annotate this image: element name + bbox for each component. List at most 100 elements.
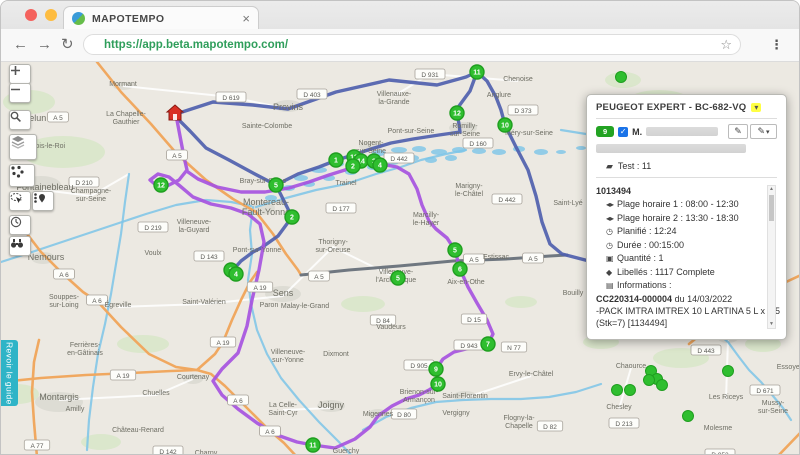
town-label: Chesley bbox=[606, 404, 632, 411]
map-canvas[interactable]: D 619D 210D 403D 931D 373D 160D 442D 442… bbox=[1, 62, 799, 454]
stop-details-scroll[interactable]: 1013494 ◂▸Plage horaire 1 : 08:00 - 12:3… bbox=[596, 183, 777, 331]
move-stop-button[interactable] bbox=[32, 191, 54, 211]
road-badge: D 142 bbox=[153, 446, 183, 454]
vehicle-dropdown-caret-icon[interactable]: ▾ bbox=[751, 103, 761, 112]
popup-scrollbar[interactable]: ▲ ▼ bbox=[767, 185, 776, 329]
svg-text:11: 11 bbox=[473, 69, 481, 76]
svg-text:A 19: A 19 bbox=[253, 285, 266, 292]
zoom-in-button[interactable] bbox=[9, 64, 31, 84]
svg-text:A 5: A 5 bbox=[314, 274, 324, 281]
back-icon[interactable]: ← bbox=[13, 36, 28, 54]
zoom-area-button[interactable] bbox=[9, 110, 31, 130]
layers-button[interactable] bbox=[9, 134, 37, 160]
stop-marker[interactable]: 10 bbox=[431, 377, 445, 391]
road-badge: D 82 bbox=[537, 421, 562, 431]
reload-icon[interactable]: ↻ bbox=[61, 36, 74, 54]
lasso-select-button[interactable] bbox=[9, 191, 31, 211]
browser-tab[interactable]: MAPOTEMPO × bbox=[63, 6, 259, 30]
overview-button[interactable] bbox=[9, 236, 31, 256]
svg-text:5: 5 bbox=[453, 247, 457, 254]
road-badge: A 5 bbox=[309, 271, 330, 281]
svg-text:D 80: D 80 bbox=[397, 412, 411, 419]
divider bbox=[596, 177, 777, 178]
stop-marker[interactable]: 2 bbox=[285, 210, 299, 224]
stop-marker[interactable]: 12 bbox=[450, 106, 464, 120]
stop-marker[interactable]: 10 bbox=[498, 118, 512, 132]
stop-marker[interactable]: 2 bbox=[346, 159, 360, 173]
detail-line: ▤Informations : bbox=[596, 279, 763, 293]
svg-text:D 82: D 82 bbox=[543, 424, 557, 431]
water-patch bbox=[556, 150, 566, 154]
detail-line: ◆Libellés : 1117 Complete bbox=[596, 266, 763, 280]
svg-text:A 5: A 5 bbox=[172, 153, 182, 160]
stop-checkbox[interactable]: ✓ bbox=[618, 127, 628, 137]
scrollbar-thumb[interactable] bbox=[769, 195, 774, 221]
svg-text:6: 6 bbox=[458, 266, 462, 273]
svg-text:2: 2 bbox=[351, 163, 355, 170]
scroll-down-icon[interactable]: ▼ bbox=[768, 321, 775, 328]
town-label: Anglure bbox=[487, 92, 511, 99]
stop-marker[interactable]: 4 bbox=[373, 158, 387, 172]
town-label: Saint-Lyé bbox=[553, 200, 582, 207]
scroll-up-icon[interactable]: ▲ bbox=[768, 186, 775, 193]
svg-text:A 6: A 6 bbox=[92, 298, 102, 305]
svg-text:A 19: A 19 bbox=[116, 373, 129, 380]
tab-close-icon[interactable]: × bbox=[242, 12, 250, 25]
svg-text:D 953: D 953 bbox=[711, 452, 729, 454]
road-badge: A 5 bbox=[523, 253, 544, 263]
stop-dot[interactable] bbox=[657, 380, 668, 391]
town-label: Migennes bbox=[363, 411, 394, 418]
edit-stop-button[interactable]: ✎ bbox=[728, 124, 748, 139]
minimize-window-button[interactable] bbox=[45, 9, 57, 21]
stop-marker[interactable]: 9 bbox=[429, 362, 443, 376]
stop-marker[interactable]: 5 bbox=[391, 271, 405, 285]
town-label: Les Riceys bbox=[709, 394, 744, 401]
svg-text:D 210: D 210 bbox=[75, 180, 93, 187]
town-label: Charny bbox=[195, 450, 218, 454]
url-text[interactable]: https://app.beta.mapotempo.com/ bbox=[104, 39, 720, 51]
stop-dot[interactable] bbox=[723, 366, 734, 377]
svg-text:D 671: D 671 bbox=[756, 388, 774, 395]
clustering-button[interactable] bbox=[9, 164, 35, 187]
stop-marker[interactable]: 12 bbox=[154, 178, 168, 192]
stop-marker[interactable]: 1 bbox=[329, 153, 343, 167]
zoom-out-button[interactable] bbox=[9, 83, 31, 103]
detail-line: ◂▸Plage horaire 2 : 13:30 - 18:30 bbox=[596, 212, 763, 226]
stop-dot[interactable] bbox=[625, 385, 636, 396]
stop-marker[interactable]: 11 bbox=[470, 65, 484, 79]
close-window-button[interactable] bbox=[25, 9, 37, 21]
detail-line: ◷Durée : 00:15:00 bbox=[596, 239, 763, 253]
svg-text:D 160: D 160 bbox=[469, 141, 487, 148]
stop-dot[interactable] bbox=[644, 375, 655, 386]
edit-stop-dropdown-button[interactable]: ✎▾ bbox=[750, 124, 777, 139]
stop-dot[interactable] bbox=[683, 411, 694, 422]
forest-patch bbox=[117, 335, 169, 353]
forest-patch bbox=[341, 296, 385, 312]
town-label: Dixmont bbox=[323, 351, 349, 358]
browser-menu-icon[interactable]: ⋮ bbox=[770, 37, 783, 53]
stop-marker[interactable]: 5 bbox=[448, 243, 462, 257]
stop-marker[interactable]: 4 bbox=[229, 267, 243, 281]
bookmark-star-icon[interactable]: ☆ bbox=[720, 37, 732, 53]
road-badge: A 5 bbox=[167, 150, 188, 160]
town-label: Champagne-sur-Seine bbox=[71, 188, 112, 203]
svg-text:A 5: A 5 bbox=[53, 115, 63, 122]
town-label: Bouilly bbox=[563, 290, 584, 297]
time-window-icon: ◂▸ bbox=[606, 213, 617, 226]
stop-marker[interactable]: 11 bbox=[306, 438, 320, 452]
stop-marker[interactable]: 7 bbox=[481, 337, 495, 351]
town-label: Courtenay bbox=[177, 374, 210, 381]
town-label: Joigny bbox=[318, 400, 345, 410]
stop-marker[interactable]: 5 bbox=[269, 178, 283, 192]
stop-dot[interactable] bbox=[616, 72, 627, 83]
stop-dot[interactable] bbox=[612, 385, 623, 396]
guide-ribbon-button[interactable]: Revoir le guide bbox=[1, 340, 18, 406]
address-bar[interactable]: https://app.beta.mapotempo.com/ ☆ bbox=[83, 34, 741, 55]
road-badge: A 6 bbox=[260, 426, 281, 436]
stop-marker[interactable]: 6 bbox=[453, 262, 467, 276]
history-button[interactable] bbox=[9, 215, 31, 235]
town-label: Mussy-sur-Seine bbox=[758, 400, 788, 415]
forward-icon[interactable]: → bbox=[37, 36, 52, 54]
town-label: Sainte-Colombe bbox=[242, 123, 292, 130]
town-label: Aix-en-Othe bbox=[447, 279, 484, 286]
